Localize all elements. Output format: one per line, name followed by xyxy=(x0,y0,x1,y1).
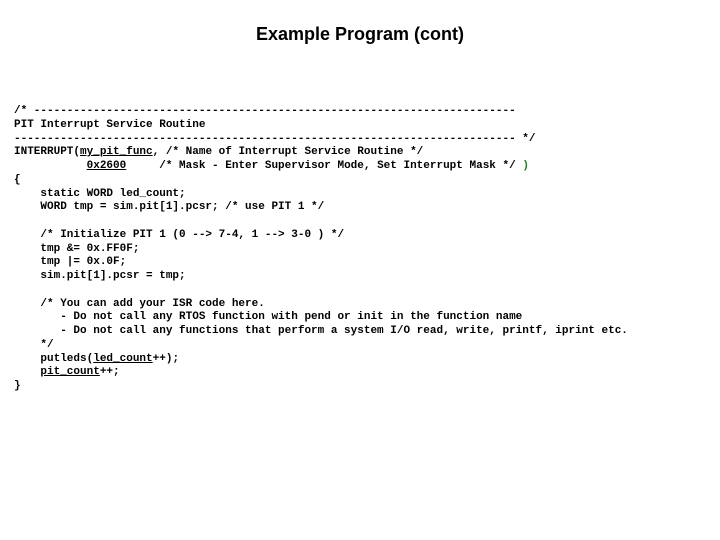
code-line: PIT Interrupt Service Routine xyxy=(14,119,205,131)
code-line: ----------------------------------------… xyxy=(14,133,536,145)
code-line: 0x2600 /* Mask - Enter Supervisor Mode, … xyxy=(14,160,529,172)
code-line: static WORD led_count; xyxy=(14,188,186,200)
underline-pit-count: pit_count xyxy=(40,366,99,378)
underline-led-count: led_count xyxy=(93,353,152,365)
code-line: /* You can add your ISR code here. xyxy=(14,298,265,310)
code-line: /* -------------------------------------… xyxy=(14,105,516,117)
code-line: { xyxy=(14,174,21,186)
underline-mask: 0x2600 xyxy=(87,160,127,172)
code-line: - Do not call any RTOS function with pen… xyxy=(14,311,522,323)
code-line: INTERRUPT(my_pit_func, /* Name of Interr… xyxy=(14,146,423,158)
code-line: putleds(led_count++); xyxy=(14,353,179,365)
code-line: - Do not call any functions that perform… xyxy=(14,325,628,337)
code-block: /* -------------------------------------… xyxy=(14,105,706,394)
code-line: pit_count++; xyxy=(14,366,120,378)
code-line: /* Initialize PIT 1 (0 --> 7-4, 1 --> 3-… xyxy=(14,229,344,241)
code-line: sim.pit[1].pcsr = tmp; xyxy=(14,270,186,282)
closing-paren: ) xyxy=(522,160,529,172)
code-line: tmp &= 0x.FF0F; xyxy=(14,243,139,255)
code-line: */ xyxy=(14,339,54,351)
code-line: tmp |= 0x.0F; xyxy=(14,256,126,268)
slide: Example Program (cont) /* --------------… xyxy=(0,0,720,540)
code-line: } xyxy=(14,380,21,392)
code-line: WORD tmp = sim.pit[1].pcsr; /* use PIT 1… xyxy=(14,201,324,213)
slide-title: Example Program (cont) xyxy=(14,24,706,45)
underline-func-name: my_pit_func xyxy=(80,146,153,158)
